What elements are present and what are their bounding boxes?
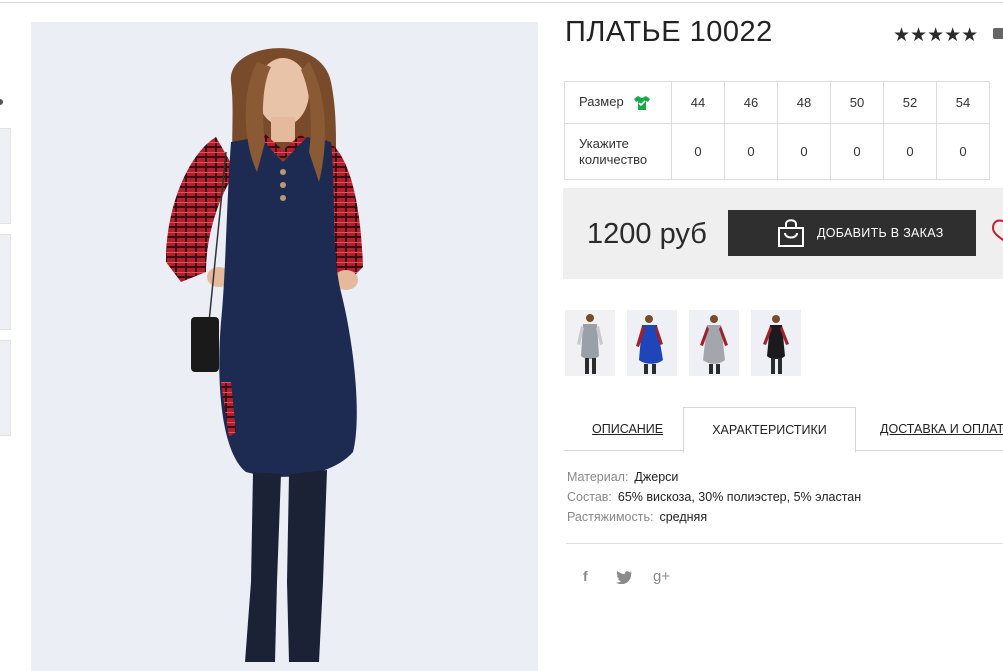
variant-thumbnail-image [689, 310, 739, 376]
spec-value: 65% вискоза, 30% полиэстер, 5% эластан [617, 490, 862, 504]
tab-delivery-payment[interactable]: ДОСТАВКА И ОПЛАТА [880, 407, 1003, 450]
quantity-label-line1: Укажите [579, 135, 629, 151]
variant-thumbnail-image [627, 310, 677, 376]
spec-stretch: Растяжимость: средняя [567, 510, 707, 524]
main-product-photo[interactable] [31, 22, 538, 671]
spec-value: Джерси [634, 470, 679, 484]
color-variant-gray[interactable] [689, 310, 739, 376]
color-variant-black[interactable] [751, 310, 801, 376]
quantity-input-54[interactable]: 0 [936, 123, 990, 180]
color-variant-blue[interactable] [627, 310, 677, 376]
gallery-thumbnail[interactable] [0, 340, 11, 436]
comment-icon[interactable] [993, 28, 1003, 39]
size-option-44[interactable]: 44 [671, 81, 725, 124]
spec-composition: Состав: 65% вискоза, 30% полиэстер, 5% эл… [567, 490, 861, 504]
color-variant-gray-plaid[interactable] [565, 310, 615, 376]
quantity-input-44[interactable]: 0 [671, 123, 725, 180]
spec-value: средняя [659, 510, 708, 524]
variant-thumbnail-image [751, 310, 801, 376]
size-option-54[interactable]: 54 [936, 81, 990, 124]
size-label: Размер [579, 94, 624, 110]
spec-material: Материал: Джерси [567, 470, 678, 484]
tab-description-label: ОПИСАНИЕ [592, 421, 664, 436]
size-option-48[interactable]: 48 [777, 81, 831, 124]
shopping-bag-icon [778, 219, 804, 247]
twitter-share-icon[interactable] [616, 571, 632, 584]
variant-thumbnail-image [565, 310, 615, 376]
section-divider [566, 543, 1003, 544]
gallery-thumbnail[interactable] [0, 234, 11, 330]
rating-stars[interactable]: ★★★★★ [893, 24, 978, 47]
size-option-52[interactable]: 52 [883, 81, 937, 124]
size-option-50[interactable]: 50 [830, 81, 884, 124]
size-quantity-table: Размер 44 46 48 50 52 54 Укажите количес… [564, 81, 990, 180]
add-to-order-label: ДОБАВИТЬ В ЗАКАЗ [817, 226, 944, 240]
quantity-label-line2: количество [579, 151, 648, 167]
size-chart-tshirt-icon[interactable] [633, 95, 651, 111]
gallery-thumbnail[interactable] [0, 128, 11, 224]
tab-characteristics[interactable]: ХАРАКТЕРИСТИКИ [683, 407, 856, 453]
model-in-dress-illustration [166, 48, 363, 662]
quantity-input-48[interactable]: 0 [777, 123, 831, 180]
price-panel: 1200 руб ДОБАВИТЬ В ЗАКАЗ [563, 188, 1003, 279]
quantity-input-46[interactable]: 0 [724, 123, 778, 180]
quantity-label-cell: Укажите количество [564, 123, 672, 180]
wishlist-heart-icon[interactable] [987, 218, 1003, 244]
quantity-input-50[interactable]: 0 [830, 123, 884, 180]
top-divider [0, 2, 1003, 3]
quantity-input-52[interactable]: 0 [883, 123, 937, 180]
add-to-order-button[interactable]: ДОБАВИТЬ В ЗАКАЗ [728, 210, 976, 256]
product-price: 1200 руб [587, 218, 707, 250]
spec-label: Растяжимость: [567, 510, 654, 524]
tab-characteristics-label: ХАРАКТЕРИСТИКИ [712, 423, 827, 437]
product-title: ПЛАТЬЕ 10022 [565, 16, 773, 48]
spec-label: Состав: [567, 490, 612, 504]
facebook-share-icon[interactable]: f [583, 568, 588, 584]
spec-label: Материал: [567, 470, 629, 484]
tab-delivery-label: ДОСТАВКА И ОПЛАТА [880, 421, 1003, 436]
size-label-cell: Размер [564, 81, 672, 124]
gallery-nav-arrow-icon[interactable] [0, 99, 3, 105]
googleplus-share-icon[interactable]: g+ [653, 568, 670, 585]
tab-description[interactable]: ОПИСАНИЕ [592, 407, 663, 450]
size-option-46[interactable]: 46 [724, 81, 778, 124]
